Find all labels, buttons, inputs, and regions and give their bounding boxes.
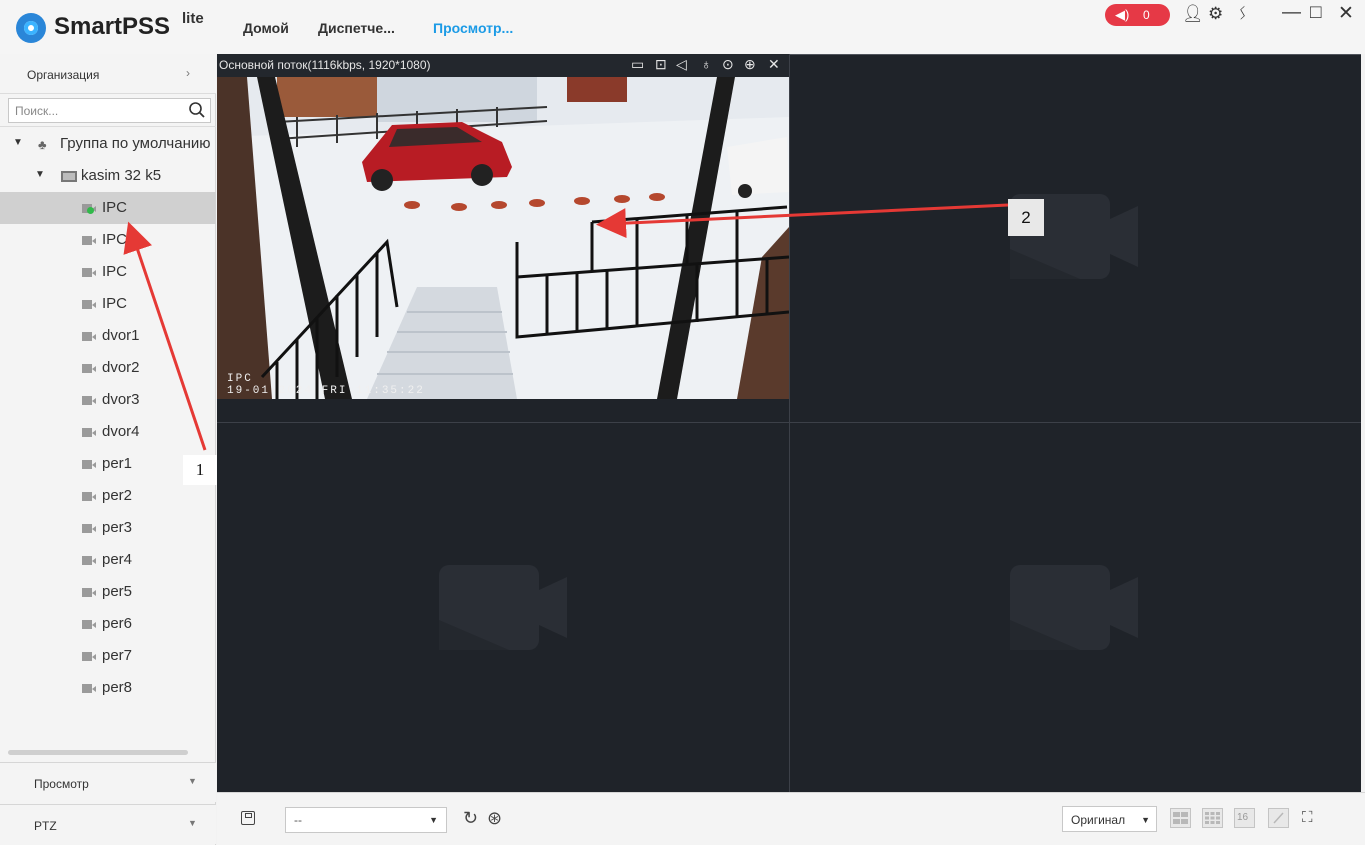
annotation-arrow-2	[596, 203, 1009, 239]
annotation-label-1: 1	[183, 455, 217, 485]
annotation-label-2: 2	[1008, 199, 1044, 236]
smartpss-window: SmartPSS lite Домой Диспетче... Просмотр…	[0, 0, 1365, 845]
annotation-arrow-1	[123, 221, 207, 451]
annotation-arrows	[123, 203, 1009, 451]
